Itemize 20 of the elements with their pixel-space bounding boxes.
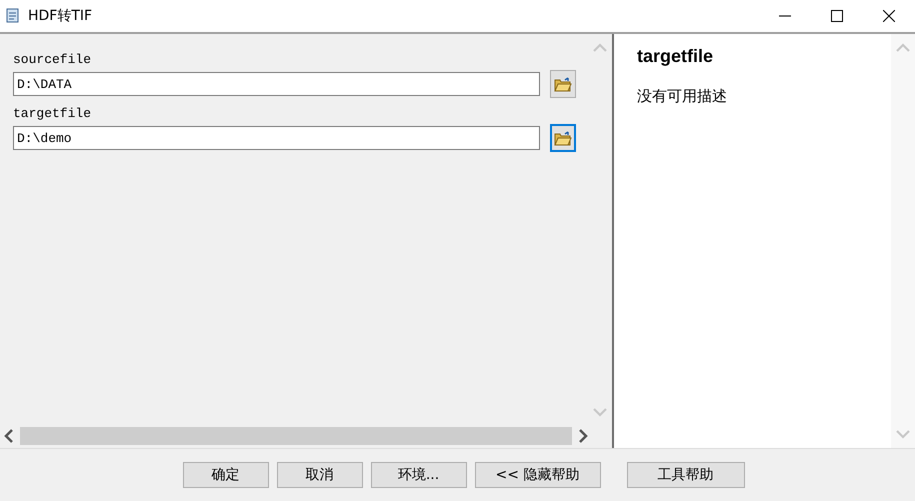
- browse-button[interactable]: [550, 70, 576, 98]
- dialog-button[interactable]: 取消: [276, 462, 362, 488]
- path-input[interactable]: D:\DATA: [13, 72, 540, 96]
- minimize-icon[interactable]: [779, 15, 791, 17]
- dialog-button[interactable]: 确定: [182, 462, 268, 488]
- field-label: sourcefile: [13, 52, 92, 69]
- dialog-button[interactable]: 环境...: [370, 462, 466, 488]
- scrollbar-thumb[interactable]: [20, 427, 572, 445]
- field-label: targetfile: [13, 106, 92, 123]
- maximize-icon[interactable]: [831, 10, 843, 22]
- dialog-button[interactable]: << 隐藏帮助: [474, 462, 600, 488]
- dialog-button[interactable]: 工具帮助: [626, 462, 744, 488]
- close-icon[interactable]: [883, 10, 895, 22]
- help-title: targetfile: [637, 46, 714, 67]
- folder-icon: [554, 130, 572, 146]
- browse-button[interactable]: [550, 124, 576, 152]
- help-text: 没有可用描述: [637, 87, 728, 106]
- folder-icon: [554, 76, 572, 92]
- window-title: HDF转TIF: [28, 7, 94, 25]
- path-input[interactable]: D:\demo: [13, 126, 540, 150]
